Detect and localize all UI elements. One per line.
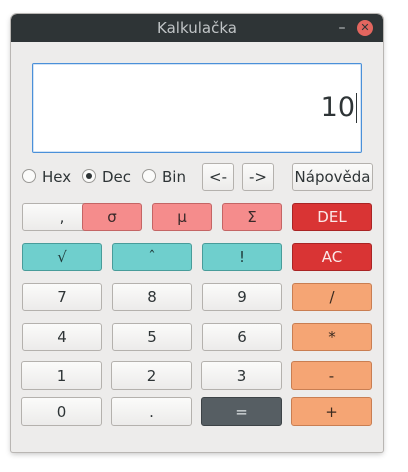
power-button[interactable]: ˆ <box>112 243 192 271</box>
digit-8-button[interactable]: 8 <box>112 283 192 311</box>
factorial-button[interactable]: ! <box>202 243 282 271</box>
sigma-button[interactable]: σ <box>82 203 142 231</box>
digit-9-button[interactable]: 9 <box>202 283 282 311</box>
divide-button[interactable]: / <box>292 283 372 311</box>
radio-bin-label: Bin <box>162 168 186 186</box>
digit-4-button[interactable]: 4 <box>22 323 102 351</box>
display-field[interactable]: 10 <box>32 63 362 153</box>
radio-bin[interactable]: Bin <box>142 168 192 186</box>
radio-circle-icon <box>142 169 156 183</box>
radio-dec[interactable]: Dec <box>82 168 134 186</box>
digit-0-button[interactable]: 0 <box>21 397 102 426</box>
calculator-window: Kalkulačka – ✕ 10 Hex Dec Bin <- -> Nápo… <box>11 14 383 452</box>
minimize-button[interactable]: – <box>333 19 351 37</box>
digit-7-button[interactable]: 7 <box>22 283 102 311</box>
equals-button[interactable]: = <box>201 397 282 426</box>
radio-circle-icon <box>22 169 36 183</box>
delete-button[interactable]: DEL <box>292 203 372 231</box>
sqrt-button[interactable]: √ <box>22 243 102 271</box>
plus-button[interactable]: + <box>291 397 372 426</box>
display-value: 10 <box>320 92 355 123</box>
digit-5-button[interactable]: 5 <box>112 323 192 351</box>
radio-hex-label: Hex <box>42 168 72 186</box>
digit-3-button[interactable]: 3 <box>201 361 282 390</box>
digit-2-button[interactable]: 2 <box>111 361 192 390</box>
radio-dec-label: Dec <box>102 168 132 186</box>
radio-hex[interactable]: Hex <box>22 168 74 186</box>
cursor-right-button[interactable]: -> <box>242 163 274 191</box>
text-caret <box>356 93 357 123</box>
help-button[interactable]: Nápověda <box>292 163 373 191</box>
minus-button[interactable]: - <box>291 361 372 390</box>
digit-1-button[interactable]: 1 <box>21 361 102 390</box>
cursor-left-button[interactable]: <- <box>202 163 234 191</box>
digit-6-button[interactable]: 6 <box>202 323 282 351</box>
close-icon: ✕ <box>360 21 370 34</box>
mu-button[interactable]: μ <box>152 203 212 231</box>
window-title: Kalkulačka <box>157 19 237 37</box>
decimal-point-button[interactable]: . <box>111 397 192 426</box>
sum-button[interactable]: Σ <box>222 203 282 231</box>
multiply-button[interactable]: * <box>292 323 372 351</box>
close-button[interactable]: ✕ <box>357 20 373 36</box>
radio-selected-icon <box>82 169 96 183</box>
all-clear-button[interactable]: AC <box>292 243 372 271</box>
title-bar[interactable]: Kalkulačka – ✕ <box>11 14 383 42</box>
